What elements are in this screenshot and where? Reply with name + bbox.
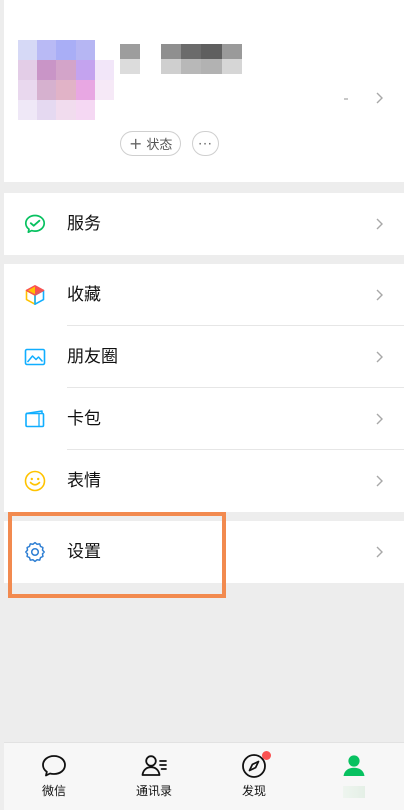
profile-card[interactable]: + 状态 ···: [4, 0, 404, 182]
chevron-right-icon[interactable]: [374, 92, 386, 104]
menu-label-cards: 卡包: [67, 409, 101, 429]
nickname-blurred: [120, 44, 242, 74]
menu-label-service: 服务: [67, 214, 101, 234]
menu-label-moments: 朋友圈: [67, 347, 118, 367]
smiley-icon: [23, 469, 47, 493]
bottom-tab-bar: 微信 通讯录 发现: [4, 742, 404, 810]
tab-contacts[interactable]: 通讯录: [104, 743, 204, 810]
photo-icon: [23, 345, 47, 369]
chevron-right-icon: [374, 289, 386, 301]
tab-label-chats: 微信: [41, 784, 66, 798]
status-label: 状态: [146, 138, 173, 153]
tab-label-discover: 发现: [241, 784, 266, 798]
menu-item-moments[interactable]: 朋友圈: [4, 326, 404, 388]
add-status-button[interactable]: + 状态: [120, 131, 182, 156]
chevron-right-icon: [374, 546, 386, 558]
tab-chats[interactable]: 微信: [4, 743, 104, 810]
gear-icon: [23, 540, 47, 564]
contacts-icon: [139, 751, 169, 781]
card-wallet-icon: [23, 407, 47, 431]
more-button[interactable]: ···: [192, 131, 219, 156]
tab-label-contacts: 通讯录: [135, 784, 172, 798]
chevron-right-icon: [374, 218, 386, 230]
menu-item-settings[interactable]: 设置: [4, 521, 404, 583]
menu-label-settings: 设置: [67, 542, 101, 562]
me-page: + 状态 ··· 服务 收藏 朋友圈 卡包 表情 设置 微信 通讯录 发现: [4, 0, 404, 810]
chevron-right-icon: [374, 351, 386, 363]
tab-me[interactable]: [304, 743, 404, 810]
menu-item-stickers[interactable]: 表情: [4, 450, 404, 512]
menu-label-favorites: 收藏: [67, 285, 101, 305]
menu-item-service[interactable]: 服务: [4, 193, 404, 255]
wechat-pay-icon: [23, 212, 47, 236]
qr-code-icon[interactable]: [344, 98, 348, 100]
menu-item-favorites[interactable]: 收藏: [4, 264, 404, 326]
chevron-right-icon: [374, 413, 386, 425]
chevron-right-icon: [374, 475, 386, 487]
person-icon: [339, 751, 369, 781]
menu-item-cards[interactable]: 卡包: [4, 388, 404, 450]
tab-label-me-blurred: [343, 786, 365, 798]
tab-discover[interactable]: 发现: [204, 743, 304, 810]
plus-icon: +: [129, 133, 143, 153]
menu-label-stickers: 表情: [67, 471, 101, 491]
avatar[interactable]: [18, 40, 114, 120]
chat-bubble-icon: [39, 751, 69, 781]
cube-icon: [23, 283, 47, 307]
notification-badge: [262, 751, 271, 760]
